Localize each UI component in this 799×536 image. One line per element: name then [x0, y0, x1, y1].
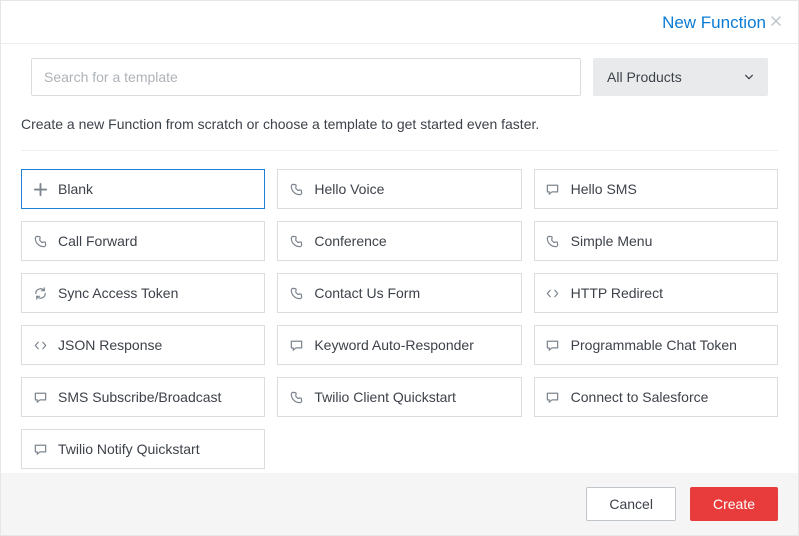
template-tile[interactable]: Connect to Salesforce	[534, 377, 778, 417]
modal-footer: Cancel Create	[1, 473, 798, 535]
template-label: HTTP Redirect	[571, 285, 663, 301]
template-label: Connect to Salesforce	[571, 389, 709, 405]
template-grid: Blank Hello Voice Hello SMS Call Forward Con…	[21, 169, 778, 469]
chat-icon	[545, 337, 561, 353]
template-label: Hello SMS	[571, 181, 637, 197]
phone-icon	[545, 233, 561, 249]
phone-icon	[32, 233, 48, 249]
template-tile[interactable]: Programmable Chat Token	[534, 325, 778, 365]
template-label: Conference	[314, 233, 386, 249]
template-tile[interactable]: Keyword Auto-Responder	[277, 325, 521, 365]
template-tile[interactable]: Sync Access Token	[21, 273, 265, 313]
template-label: Call Forward	[58, 233, 137, 249]
template-tile[interactable]: Call Forward	[21, 221, 265, 261]
code-icon	[32, 337, 48, 353]
template-tile[interactable]: Hello SMS	[534, 169, 778, 209]
phone-icon	[288, 181, 304, 197]
template-tile[interactable]: Conference	[277, 221, 521, 261]
template-label: JSON Response	[58, 337, 162, 353]
cancel-button[interactable]: Cancel	[586, 487, 676, 521]
chat-icon	[288, 337, 304, 353]
template-tile[interactable]: Hello Voice	[277, 169, 521, 209]
template-tile[interactable]: JSON Response	[21, 325, 265, 365]
chat-icon	[32, 441, 48, 457]
plus-icon	[32, 181, 48, 197]
chat-icon	[32, 389, 48, 405]
close-icon[interactable]	[770, 15, 782, 31]
template-tile[interactable]: HTTP Redirect	[534, 273, 778, 313]
modal-body: All Products Create a new Function from …	[1, 44, 798, 473]
code-icon	[545, 285, 561, 301]
new-function-modal: New Function All Products Create a new F…	[0, 0, 799, 536]
chat-icon	[545, 389, 561, 405]
modal-header: New Function	[1, 1, 798, 44]
template-label: Contact Us Form	[314, 285, 420, 301]
template-label: Sync Access Token	[58, 285, 178, 301]
template-tile[interactable]: Twilio Notify Quickstart	[21, 429, 265, 469]
chevron-down-icon	[744, 72, 754, 82]
intro-text: Create a new Function from scratch or ch…	[21, 116, 778, 132]
sync-icon	[32, 285, 48, 301]
divider	[21, 150, 778, 151]
chat-icon	[545, 181, 561, 197]
search-input[interactable]	[31, 58, 581, 96]
dropdown-selected-label: All Products	[607, 69, 682, 85]
template-label: Blank	[58, 181, 93, 197]
product-filter-dropdown[interactable]: All Products	[593, 58, 768, 96]
phone-icon	[288, 233, 304, 249]
template-tile[interactable]: SMS Subscribe/Broadcast	[21, 377, 265, 417]
phone-icon	[288, 389, 304, 405]
template-label: Simple Menu	[571, 233, 653, 249]
phone-icon	[288, 285, 304, 301]
create-button[interactable]: Create	[690, 487, 778, 521]
template-label: Twilio Client Quickstart	[314, 389, 456, 405]
template-label: Twilio Notify Quickstart	[58, 441, 200, 457]
template-tile[interactable]: Simple Menu	[534, 221, 778, 261]
template-tile[interactable]: Blank	[21, 169, 265, 209]
template-tile[interactable]: Twilio Client Quickstart	[277, 377, 521, 417]
template-label: SMS Subscribe/Broadcast	[58, 389, 221, 405]
template-tile[interactable]: Contact Us Form	[277, 273, 521, 313]
modal-title: New Function	[662, 13, 766, 33]
search-row: All Products	[21, 58, 778, 96]
template-label: Keyword Auto-Responder	[314, 337, 474, 353]
template-label: Hello Voice	[314, 181, 384, 197]
template-label: Programmable Chat Token	[571, 337, 737, 353]
